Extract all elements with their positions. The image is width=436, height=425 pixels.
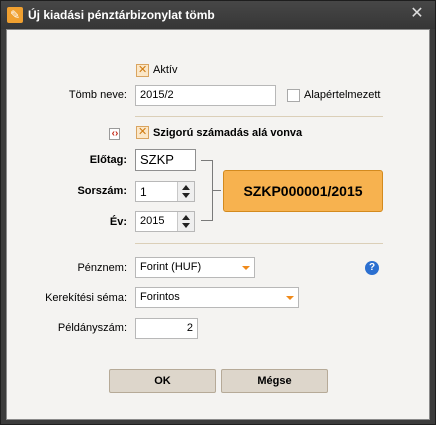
ev-value: 2015 [140,215,165,227]
alapertelmezett-label: Alapértelmezett [304,89,381,101]
penznem-label: Pénznem: [77,262,127,274]
kerekitesi-sema-select[interactable]: Forintos [135,287,299,308]
szigoru-label: Szigorú számadás alá vonva [153,127,303,139]
help-icon[interactable]: ? [365,261,379,275]
spin-down-icon[interactable] [182,223,190,228]
app-icon: ✎ [7,7,23,23]
peldanyszam-input[interactable]: 2 [135,318,198,339]
aktiv-checkbox[interactable] [136,63,149,77]
tomb-neve-input[interactable]: 2015/2 [135,85,276,106]
sorszam-input[interactable]: 1 [135,181,195,202]
sorszam-value: 1 [140,185,147,199]
peldanyszam-label: Példányszám: [57,322,127,334]
generated-code-display: SZKP000001/2015 [223,170,383,212]
ev-input[interactable]: 2015 [135,211,195,232]
spin-up-icon[interactable] [182,215,190,220]
spin-up-icon[interactable] [182,185,190,190]
sorszam-spinner[interactable] [177,182,194,201]
dialog-content: Aktív Tömb neve: 2015/2 Alapértelmezett … [6,29,430,420]
separator [135,243,383,244]
separator [135,116,383,117]
chevron-down-icon[interactable] [238,258,254,277]
sorszam-label: Sorszám: [77,185,127,197]
ok-button[interactable]: OK [109,369,216,393]
window-title: Új kiadási pénztárbizonylat tömb [28,8,215,22]
ev-label: Év: [109,216,127,228]
ev-spinner[interactable] [177,212,194,231]
cancel-button[interactable]: Mégse [221,369,328,393]
close-icon[interactable]: ✕ [409,5,425,23]
title-bar[interactable]: ✎ Új kiadási pénztárbizonylat tömb ✕ [1,1,435,29]
elotag-label: Előtag: [89,154,127,166]
szigoru-checkbox[interactable] [136,125,149,139]
bracket-tick [213,190,221,191]
penznem-value: Forint (HUF) [140,261,202,273]
dialog-window: ✎ Új kiadási pénztárbizonylat tömb ✕ Akt… [0,0,436,425]
strict-document-icon: ‹› [108,127,122,141]
bracket-connector [201,160,213,221]
penznem-select[interactable]: Forint (HUF) [135,257,255,278]
kerekitesi-sema-label: Kerekítési séma: [45,292,127,304]
alapertelmezett-checkbox[interactable] [287,89,300,102]
kerekitesi-sema-value: Forintos [140,291,180,303]
spin-down-icon[interactable] [182,193,190,198]
elotag-input[interactable]: SZKP [135,149,196,171]
aktiv-label: Aktív [153,64,178,76]
tomb-neve-label: Tömb neve: [68,89,127,101]
chevron-down-icon[interactable] [282,288,298,307]
